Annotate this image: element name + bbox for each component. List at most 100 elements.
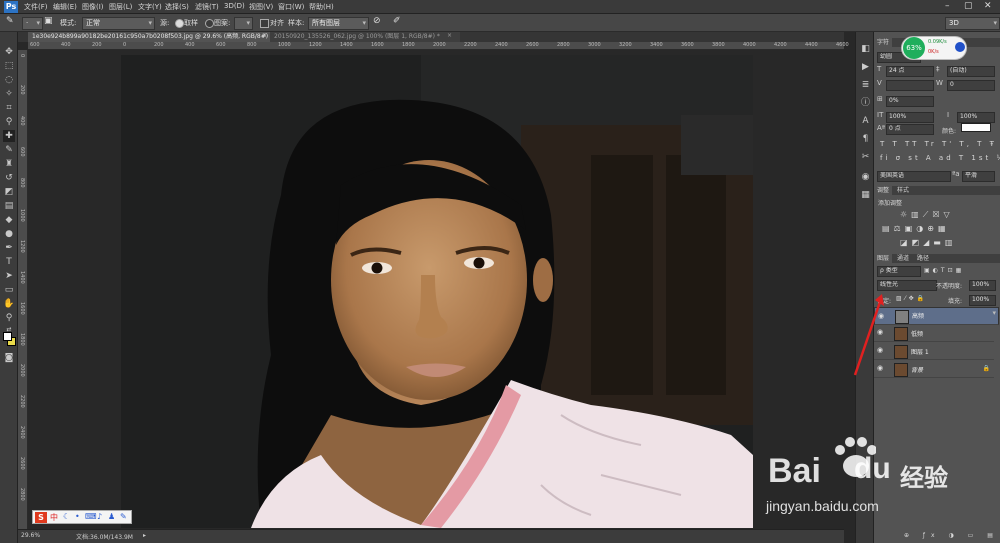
baseline-field[interactable]: 0 点 <box>886 124 934 135</box>
move-tool-icon[interactable]: ✥ <box>3 46 15 58</box>
marquee-tool-icon[interactable]: ⬚ <box>3 60 15 72</box>
dodge-tool-icon[interactable]: ● <box>3 228 15 240</box>
character-icon[interactable]: A <box>860 116 871 127</box>
tab-paths[interactable]: 路径 <box>914 254 932 263</box>
ime-chinese-label[interactable]: 中 <box>50 512 58 523</box>
mode-select[interactable]: 正常 <box>82 17 155 30</box>
healing-brush-tool-icon[interactable]: ✚ <box>3 130 15 142</box>
kerning-field[interactable] <box>886 80 934 91</box>
opentype-buttons[interactable]: fi σ st A ad T 1st ½ <box>880 154 1000 162</box>
quick-mask-icon[interactable]: ◙ <box>3 352 15 364</box>
brush-tool-icon[interactable]: ✎ <box>3 144 15 156</box>
tab-styles[interactable]: 样式 <box>894 186 912 195</box>
brush-preset-picker[interactable]: · <box>22 17 43 30</box>
type-tool-icon[interactable]: T <box>3 256 15 268</box>
zoom-tool-icon[interactable]: ⚲ <box>3 312 15 324</box>
network-speed-widget[interactable]: 63% 0.09K/s 0K/s <box>901 36 967 60</box>
layer-row-layer-1[interactable]: ◉ 图层 1 <box>874 343 994 360</box>
font-size-field[interactable]: 24 点 <box>886 66 934 77</box>
close-tab-1-icon[interactable]: × <box>262 32 267 39</box>
pressure-icon[interactable]: ✐ <box>393 16 401 26</box>
ime-punct-icon[interactable]: • <box>75 512 80 521</box>
layer-row-background[interactable]: ◉ 背景 🔒 <box>874 361 994 378</box>
gradient-tool-icon[interactable]: ▤ <box>3 200 15 212</box>
menu-edit[interactable]: 编辑(E) <box>53 2 77 12</box>
opacity-field[interactable]: 100% <box>969 280 996 291</box>
clone-stamp-tool-icon[interactable]: ✎ <box>6 16 14 26</box>
close-icon[interactable]: ✕ <box>984 1 992 11</box>
tab-adjustments[interactable]: 调整 <box>874 186 893 195</box>
lasso-tool-icon[interactable]: ◌ <box>3 74 15 86</box>
menu-image[interactable]: 图像(I) <box>82 2 104 12</box>
ime-voice-icon[interactable]: ♪ <box>97 512 102 521</box>
layer-kind-filter[interactable]: ρ 类型 <box>877 266 921 277</box>
zoom-level[interactable]: 29.6% <box>21 532 40 539</box>
history-brush-tool-icon[interactable]: ↺ <box>3 172 15 184</box>
menu-select[interactable]: 选择(S) <box>165 2 189 12</box>
menu-type[interactable]: 文字(Y) <box>138 2 162 12</box>
properties-icon[interactable]: ≣ <box>860 80 871 91</box>
tsume-field[interactable]: 0% <box>886 96 934 107</box>
info-icon[interactable]: ⓘ <box>860 98 871 109</box>
layer-row-low-frequency[interactable]: ◉ 低频 <box>874 325 994 342</box>
menu-view[interactable]: 视图(V) <box>249 2 273 12</box>
sample-select[interactable]: 所有图层 <box>308 17 369 30</box>
pattern-picker[interactable] <box>234 17 253 30</box>
vertical-scale-field[interactable]: 100% <box>886 112 934 123</box>
menu-3d[interactable]: 3D(D) <box>224 2 245 10</box>
language-select[interactable]: 美国英语 <box>877 171 951 182</box>
text-style-buttons[interactable]: T T TT Tr T' T, T Ŧ <box>880 140 997 148</box>
layers-footer-buttons[interactable]: ⊕ ƒx ◑ ▭ ▤ ▦ <box>904 532 1000 539</box>
minimize-icon[interactable]: – <box>945 1 950 11</box>
hand-tool-icon[interactable]: ✋ <box>3 298 15 310</box>
fill-field[interactable]: 100% <box>969 295 996 306</box>
layer-row-high-frequency[interactable]: ◉ 高频 <box>874 307 999 325</box>
horizontal-scale-field[interactable]: 100% <box>957 112 995 123</box>
status-arrow-icon[interactable]: ▸ <box>143 532 146 539</box>
menu-help[interactable]: 帮助(H) <box>309 2 334 12</box>
tab-character[interactable]: 字符 <box>874 38 893 47</box>
eraser-tool-icon[interactable]: ◩ <box>3 186 15 198</box>
path-select-tool-icon[interactable]: ➤ <box>3 270 15 282</box>
document-canvas[interactable] <box>121 55 753 528</box>
workspace-select[interactable]: 3D <box>945 17 1000 30</box>
tab-document-1[interactable]: 1e30e924b899a90182be20161c950a7b0208f503… <box>28 32 274 42</box>
pattern-radio[interactable] <box>205 19 214 28</box>
adjustment-icons-row-3[interactable]: ◪◩◢▬▥ <box>900 238 956 247</box>
sampled-radio[interactable] <box>175 19 184 28</box>
menu-filter[interactable]: 滤镜(T) <box>195 2 219 12</box>
actions-icon[interactable]: ▶ <box>860 62 871 73</box>
eyedropper-tool-icon[interactable]: ⚲ <box>3 116 15 128</box>
menu-layer[interactable]: 图层(L) <box>109 2 132 12</box>
ignore-adjustment-icon[interactable]: ⊘ <box>373 16 381 26</box>
ime-keyboard-icon[interactable]: ⌨ <box>85 512 97 521</box>
leading-field[interactable]: (自动) <box>947 66 995 77</box>
adjustment-icons-row-2[interactable]: ▤⚖▣◑⊕▦ <box>882 224 950 233</box>
shape-tool-icon[interactable]: ▭ <box>3 284 15 296</box>
anti-alias-select[interactable]: 平滑 <box>962 171 995 182</box>
paragraph-icon[interactable]: ¶ <box>860 134 871 145</box>
crop-tool-icon[interactable]: ⌗ <box>3 102 15 114</box>
ime-skin-icon[interactable]: ♟ <box>108 512 115 521</box>
blur-tool-icon[interactable]: ◆ <box>3 214 15 226</box>
tab-document-2[interactable]: 20150920_135526_062.jpg @ 100% (图层 1, RG… <box>270 32 460 42</box>
quick-select-tool-icon[interactable]: ✧ <box>3 88 15 100</box>
swatches-icon[interactable]: ▦ <box>860 190 871 201</box>
text-color-swatch[interactable] <box>961 123 991 132</box>
clone-source-icon[interactable]: ◉ <box>860 172 871 183</box>
menu-file[interactable]: 文件(F) <box>24 2 48 12</box>
foreground-color-swatch[interactable] <box>3 332 12 341</box>
adjustment-icons-row-1[interactable]: ☼▥⟋☒▽ <box>900 210 954 220</box>
ime-toolbar[interactable]: S 中 ☾ • ⌨ ♪ ♟ ✎ <box>32 510 132 524</box>
tab-layers[interactable]: 图层 <box>874 254 893 263</box>
tool-presets-icon[interactable]: ✂ <box>860 152 871 163</box>
pen-tool-icon[interactable]: ✒ <box>3 242 15 254</box>
close-tab-2-icon[interactable]: × <box>447 32 452 39</box>
clone-stamp-tool-icon[interactable]: ♜ <box>3 158 15 170</box>
layer-filter-icons[interactable]: ▣◐T⊡▦ <box>924 267 964 274</box>
maximize-icon[interactable]: ▢ <box>964 1 973 11</box>
brush-panel-icon[interactable]: ▣ <box>44 16 53 26</box>
tab-channels[interactable]: 通道 <box>894 254 912 263</box>
aligned-checkbox[interactable] <box>260 19 269 28</box>
ime-settings-icon[interactable]: ✎ <box>120 512 127 521</box>
